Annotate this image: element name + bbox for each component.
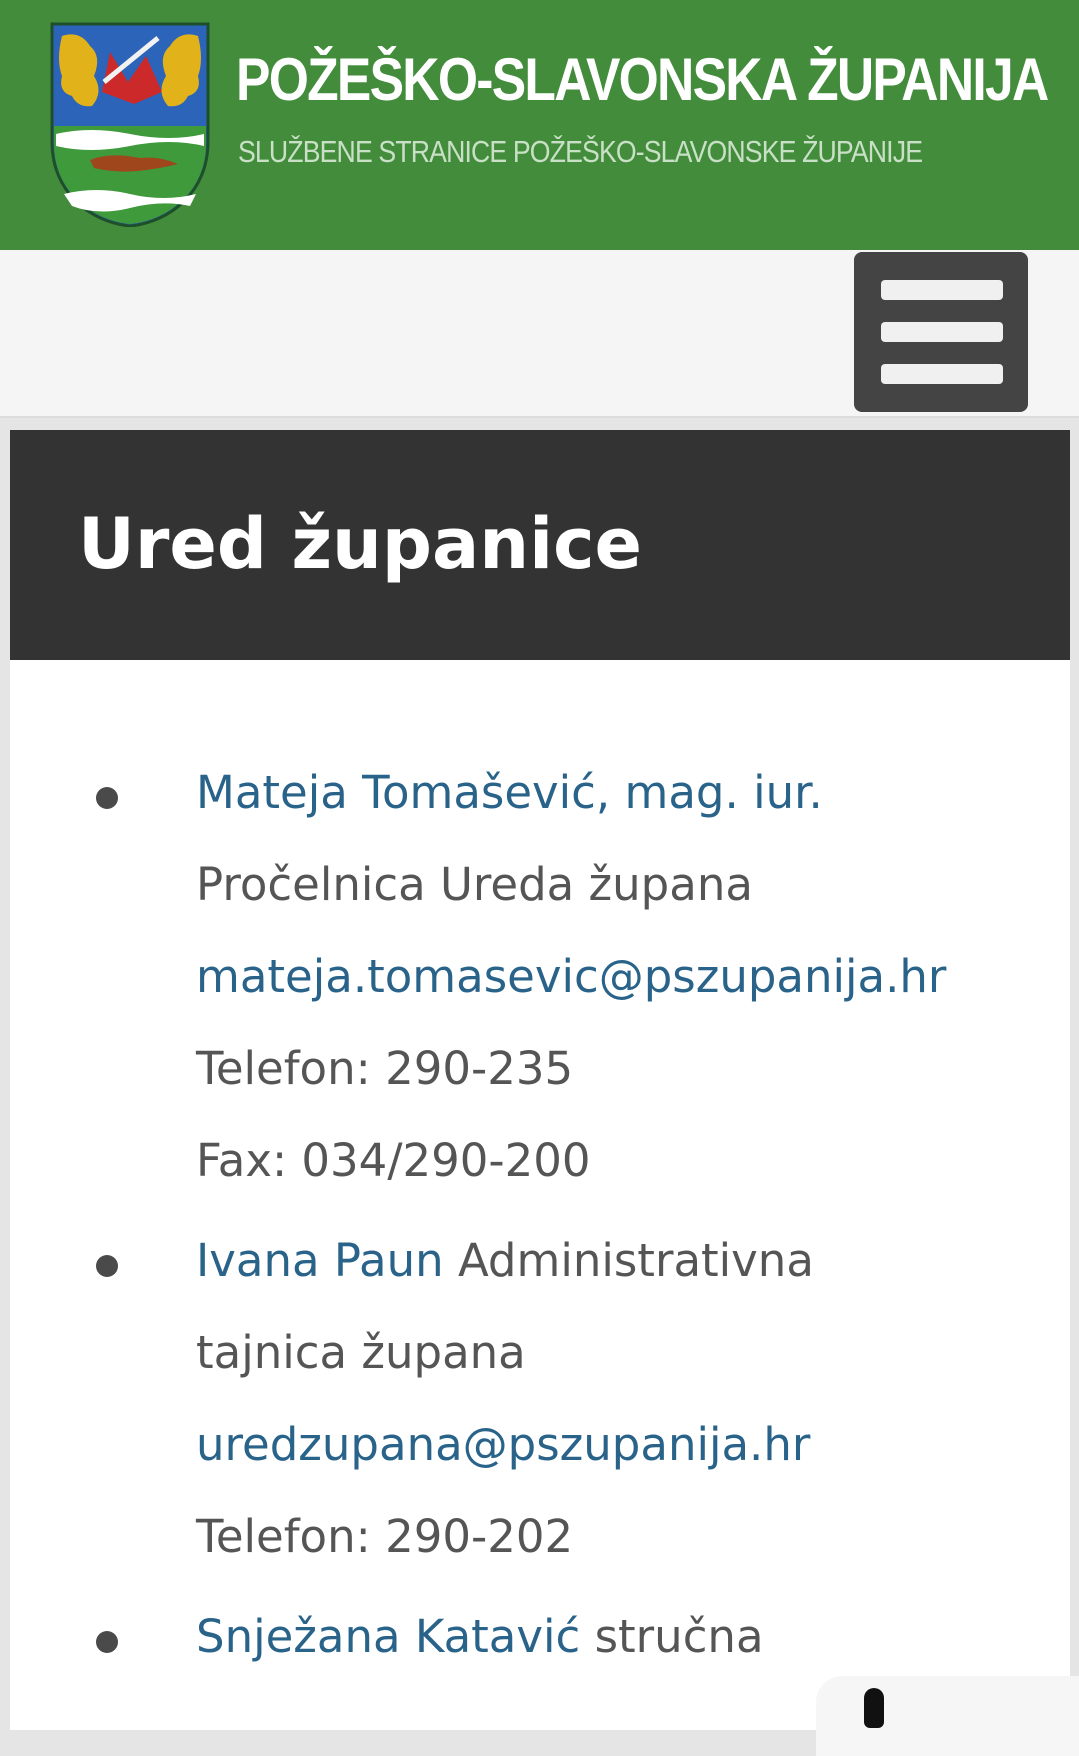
staff-phone: Telefon: 290-235 xyxy=(196,1042,574,1095)
staff-email-link[interactable]: uredzupana@pszupanija.hr xyxy=(196,1418,810,1471)
site-subtitle: SLUŽBENE STRANICE POŽEŠKO-SLAVONSKE ŽUPA… xyxy=(238,134,923,169)
staff-role: Administrativna xyxy=(457,1234,814,1287)
floating-widget[interactable] xyxy=(816,1676,1079,1756)
staff-name-link[interactable]: Mateja Tomašević, mag. iur. xyxy=(196,766,823,819)
list-item: Mateja Tomašević, mag. iur. Pročelnica U… xyxy=(10,747,1070,1207)
staff-role: Pročelnica Ureda župana xyxy=(196,858,753,911)
hamburger-menu-icon xyxy=(881,280,1003,300)
list-item: Ivana Paun Administrativna tajnica župan… xyxy=(10,1215,1070,1583)
coat-of-arms-icon[interactable] xyxy=(50,22,210,227)
staff-role-continued: tajnica župana xyxy=(196,1326,526,1379)
site-title[interactable]: POŽEŠKO-SLAVONSKA ŽUPANIJA xyxy=(236,50,1049,110)
content-panel: Ured županice Mateja Tomašević, mag. iur… xyxy=(10,430,1070,1730)
bullet-icon xyxy=(96,1631,118,1653)
hamburger-menu-icon xyxy=(881,322,1003,342)
hamburger-menu-button[interactable] xyxy=(854,252,1028,412)
page-title: Ured županice xyxy=(78,503,643,585)
panel-header: Ured županice xyxy=(10,430,1070,660)
bullet-icon xyxy=(96,787,118,809)
accessibility-icon xyxy=(864,1688,884,1728)
list-item: Snježana Katavić stručna xyxy=(10,1591,1070,1683)
bullet-icon xyxy=(96,1255,118,1277)
staff-phone: Telefon: 290-202 xyxy=(196,1510,574,1563)
staff-name-link[interactable]: Ivana Paun xyxy=(196,1234,444,1287)
site-header: POŽEŠKO-SLAVONSKA ŽUPANIJA SLUŽBENE STRA… xyxy=(0,0,1079,250)
staff-role: stručna xyxy=(594,1610,764,1663)
staff-name-link[interactable]: Snježana Katavić xyxy=(196,1610,580,1663)
staff-list: Mateja Tomašević, mag. iur. Pročelnica U… xyxy=(10,747,1070,1691)
hamburger-menu-icon xyxy=(881,364,1003,384)
staff-fax: Fax: 034/290-200 xyxy=(196,1134,591,1187)
staff-email-link[interactable]: mateja.tomasevic@pszupanija.hr xyxy=(196,950,946,1003)
